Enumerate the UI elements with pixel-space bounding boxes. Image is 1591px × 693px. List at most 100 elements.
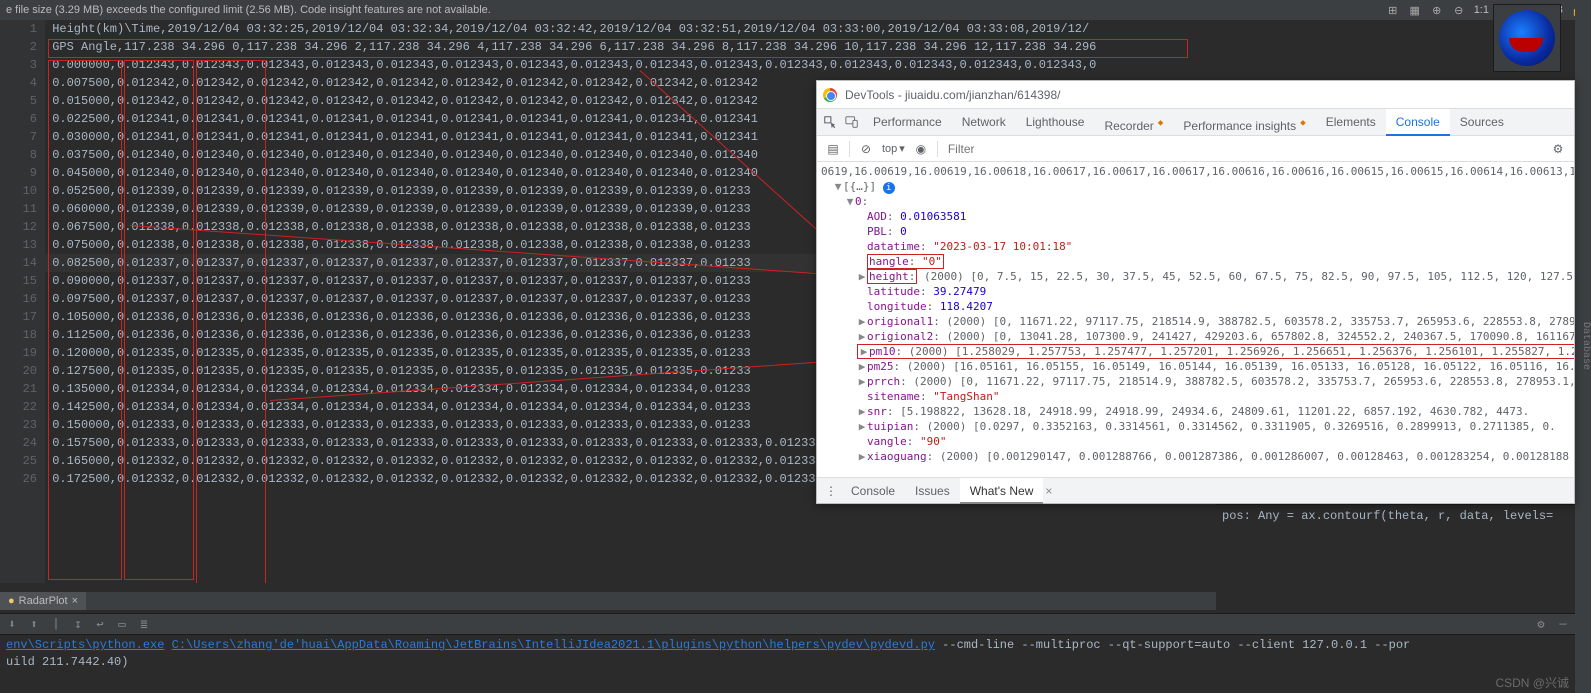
line-number: 20 [0, 362, 45, 380]
drawer-menu-icon[interactable]: ⋮ [821, 484, 841, 498]
drawer-tab-console[interactable]: Console [841, 478, 905, 504]
console-toolbar: ▤ ⊘ top ▾ ◉ ⚙ [817, 136, 1574, 162]
line-number: 21 [0, 380, 45, 398]
info-icon[interactable]: i [883, 182, 895, 194]
devtools-window: DevTools - jiuaidu.com/jianzhan/614398/ … [816, 80, 1575, 504]
drawer-tab-what-s-new[interactable]: What's New [960, 478, 1044, 504]
console-row[interactable]: datatime: "2023-03-17 10:01:18" [821, 239, 1574, 254]
terminal-path-1[interactable]: env\Scripts\python.exe [6, 638, 164, 652]
line-number: 7 [0, 128, 45, 146]
console-filter-input[interactable] [944, 140, 1144, 158]
terminal-path-2[interactable]: C:\Users\zhang'de'huai\AppData\Roaming\J… [172, 638, 935, 652]
console-row[interactable]: ▶tuipian: (2000) [0.0297, 0.3352163, 0.3… [821, 419, 1574, 434]
devtools-tab-performance[interactable]: Performance [863, 109, 952, 136]
line-number: 5 [0, 92, 45, 110]
inspect-icon[interactable] [819, 111, 841, 133]
devtools-tab-elements[interactable]: Elements [1316, 109, 1386, 136]
terminal-output[interactable]: env\Scripts\python.exe C:\Users\zhang'de… [0, 635, 1575, 693]
line-number: 8 [0, 146, 45, 164]
console-row[interactable]: sitename: "TangShan" [821, 389, 1574, 404]
line-number: 11 [0, 200, 45, 218]
console-row[interactable]: ▶origional2: (2000) [0, 13041.28, 107300… [821, 329, 1574, 344]
line-number: 14 [0, 254, 45, 272]
console-settings-icon[interactable]: ⚙ [1548, 139, 1568, 159]
chrome-icon [823, 88, 837, 102]
file-tab-label: RadarPlot [19, 595, 68, 607]
sidebar-toggle-icon[interactable]: ▤ [823, 139, 843, 159]
sep [937, 141, 938, 157]
file-size-warning: e file size (3.29 MB) exceeds the config… [0, 4, 497, 16]
layout-icon[interactable]: ▭ [114, 616, 130, 632]
minimize-icon[interactable]: — [1555, 616, 1571, 632]
console-row[interactable]: ▼[{…}] i [821, 179, 1574, 194]
console-row[interactable]: ▶xiaoguang: (2000) [0.001290147, 0.00128… [821, 449, 1574, 464]
code-hint-panel: pos: Any = ax.contourf(theta, r, data, l… [1216, 504, 1575, 583]
console-row[interactable]: ▼0: [821, 194, 1574, 209]
chevron-down-icon: ▾ [899, 142, 905, 155]
database-toolwindow-tab[interactable]: Database [1575, 0, 1591, 693]
console-row[interactable]: 0619,16.00619,16.00619,16.00618,16.00617… [821, 164, 1574, 179]
devtools-tab-recorder[interactable]: Recorder [1094, 109, 1173, 136]
line-number: 1 [0, 20, 45, 38]
focus-icon[interactable]: ⊞ [1386, 3, 1400, 17]
console-row[interactable]: longitude: 118.4207 [821, 299, 1574, 314]
live-expression-icon[interactable]: ◉ [911, 139, 931, 159]
wrap-icon[interactable]: ↩ [92, 616, 108, 632]
file-tab-bar: ● RadarPlot × [0, 592, 1216, 610]
line-number: 10 [0, 182, 45, 200]
console-row[interactable]: ▶snr: [5.198822, 13628.18, 24918.99, 249… [821, 404, 1574, 419]
devtools-tab-lighthouse[interactable]: Lighthouse [1016, 109, 1095, 136]
console-row[interactable]: ▶pm10: (2000) [1.258029, 1.257753, 1.257… [821, 344, 1574, 359]
console-row[interactable]: latitude: 39.27479 [821, 284, 1574, 299]
device-icon[interactable] [841, 111, 863, 133]
code-hint-text: pos: Any = ax.contourf(theta, r, data, l… [1222, 509, 1553, 523]
devtools-tab-network[interactable]: Network [952, 109, 1016, 136]
scroll-icon[interactable]: ↧ [70, 616, 86, 632]
console-row[interactable]: vangle: "90" [821, 434, 1574, 449]
sep [849, 141, 850, 157]
bottom-toolbar: ⬇ ⬆ | ↧ ↩ ▭ ≣ ⚙ — [0, 613, 1575, 635]
upload-icon[interactable]: ⬆ [26, 616, 42, 632]
line-number: 25 [0, 452, 45, 470]
console-row[interactable]: AOD: 0.01063581 [821, 209, 1574, 224]
logo-box [1493, 4, 1561, 72]
settings-icon[interactable]: ⚙ [1533, 616, 1549, 632]
grid-icon[interactable]: ▦ [1408, 3, 1422, 17]
console-row[interactable]: ▶pm25: (2000) [16.05161, 16.05155, 16.05… [821, 359, 1574, 374]
console-row[interactable]: ▶prrch: (2000) [0, 11671.22, 97117.75, 2… [821, 374, 1574, 389]
devtools-tab-sources[interactable]: Sources [1450, 109, 1514, 136]
line-number: 19 [0, 344, 45, 362]
line-number: 22 [0, 398, 45, 416]
devtools-titlebar[interactable]: DevTools - jiuaidu.com/jianzhan/614398/ [817, 81, 1574, 109]
watermark: CSDN @兴诚 [1495, 674, 1569, 691]
console-row[interactable]: ▶height: (2000) [0, 7.5, 15, 22.5, 30, 3… [821, 269, 1574, 284]
close-icon[interactable]: × [72, 595, 78, 607]
line-number: 13 [0, 236, 45, 254]
line-number: 24 [0, 434, 45, 452]
devtools-tabs: PerformanceNetworkLighthouseRecorderPerf… [817, 109, 1574, 136]
console-row[interactable]: PBL: 0 [821, 224, 1574, 239]
console-row[interactable]: hangle: "0" [821, 254, 1574, 269]
stack-icon[interactable]: ≣ [136, 616, 152, 632]
zoom-out-icon[interactable]: ⊖ [1452, 3, 1466, 17]
file-tab-radarplot[interactable]: ● RadarPlot × [0, 592, 86, 610]
line-number: 2 [0, 38, 45, 56]
code-line: 0.000000,0.012343,0.012343,0.012343,0.01… [45, 56, 1216, 74]
drawer-tab-issues[interactable]: Issues [905, 478, 960, 504]
console-row[interactable]: ▶origional1: (2000) [0, 11671.22, 97117.… [821, 314, 1574, 329]
clear-console-icon[interactable]: ⊘ [856, 139, 876, 159]
code-line: Height(km)\Time,2019/12/04 03:32:25,2019… [45, 20, 1216, 38]
code-line: GPS Angle,117.238 34.296 0,117.238 34.29… [45, 38, 1216, 56]
context-selector[interactable]: top ▾ [882, 142, 905, 155]
terminal-args: --cmd-line --multiproc --qt-support=auto… [942, 638, 1410, 652]
line-number: 26 [0, 470, 45, 488]
editor-gutter: 1234567891011121314151617181920212223242… [0, 20, 45, 583]
zoom-in-icon[interactable]: ⊕ [1430, 3, 1444, 17]
console-body[interactable]: 0619,16.00619,16.00619,16.00618,16.00617… [817, 162, 1574, 477]
devtools-tab-performance-insights[interactable]: Performance insights [1173, 109, 1315, 136]
close-icon[interactable]: × [1045, 484, 1052, 498]
download-icon[interactable]: ⬇ [4, 616, 20, 632]
divider: | [48, 616, 64, 632]
devtools-tab-console[interactable]: Console [1386, 109, 1450, 136]
line-number: 17 [0, 308, 45, 326]
